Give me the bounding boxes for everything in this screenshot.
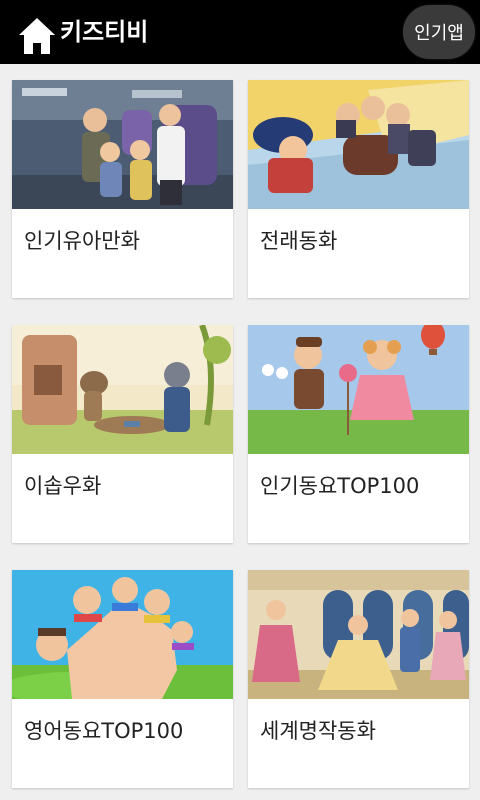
childrens-song-illustration [248, 325, 469, 454]
thumbnail-image [12, 325, 233, 454]
card-aesops-fables[interactable]: 이솝우화 [12, 325, 233, 543]
app-title: 키즈티비 [60, 18, 149, 46]
card-label: 세계명작동화 [260, 719, 376, 743]
cartoon-family-illustration [12, 80, 233, 209]
thumbnail-image [248, 325, 469, 454]
card-folk-tales[interactable]: 전래동화 [248, 80, 469, 298]
popular-apps-button[interactable]: 인기앱 [403, 5, 475, 59]
fable-illustration [12, 325, 233, 454]
category-grid: 인기유아만화 전래동화 이솝우화 인기동요TOP100 영어동요TOP100 세… [0, 64, 480, 800]
card-world-classic-tales[interactable]: 세계명작동화 [248, 570, 469, 788]
finger-family-illustration [12, 570, 233, 699]
app-header: 키즈티비 인기앱 [0, 0, 480, 64]
card-popular-kids-cartoons[interactable]: 인기유아만화 [12, 80, 233, 298]
card-english-songs-top100[interactable]: 영어동요TOP100 [12, 570, 233, 788]
card-label: 인기동요TOP100 [260, 474, 420, 498]
home-icon[interactable] [17, 16, 57, 56]
card-label: 전래동화 [260, 229, 338, 253]
thumbnail-image [248, 570, 469, 699]
thumbnail-image [12, 80, 233, 209]
card-popular-childrens-songs-top100[interactable]: 인기동요TOP100 [248, 325, 469, 543]
classic-tale-illustration [248, 570, 469, 699]
card-label: 이솝우화 [24, 474, 102, 498]
card-label: 영어동요TOP100 [24, 719, 184, 743]
folk-tale-illustration [248, 80, 469, 209]
thumbnail-image [248, 80, 469, 209]
thumbnail-image [12, 570, 233, 699]
card-label: 인기유아만화 [24, 229, 140, 253]
